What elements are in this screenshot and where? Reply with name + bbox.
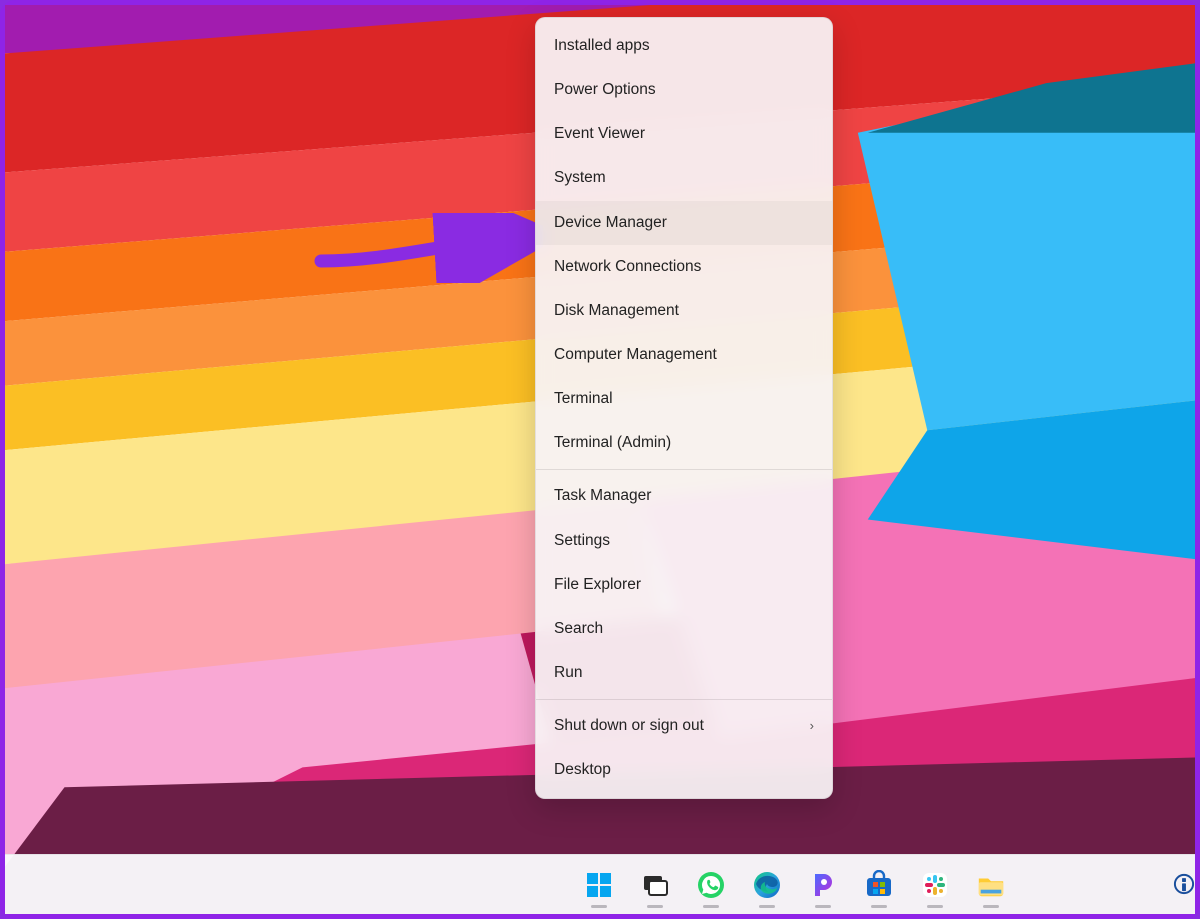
- menu-separator: [536, 699, 832, 700]
- menu-item-label: Event Viewer: [554, 124, 645, 144]
- taskview-icon: [640, 870, 670, 900]
- menu-disk-management[interactable]: Disk Management: [536, 289, 832, 333]
- menu-separator: [536, 469, 832, 470]
- menu-item-label: Computer Management: [554, 345, 717, 365]
- menu-item-label: Task Manager: [554, 486, 651, 506]
- menu-item-label: Terminal (Admin): [554, 433, 671, 453]
- edge-icon: [752, 870, 782, 900]
- menu-installed-apps[interactable]: Installed apps: [536, 24, 832, 68]
- menu-item-label: Disk Management: [554, 301, 679, 321]
- menu-run[interactable]: Run: [536, 651, 832, 695]
- menu-system[interactable]: System: [536, 156, 832, 200]
- menu-shutdown[interactable]: Shut down or sign out ›: [536, 704, 832, 748]
- menu-computer-management[interactable]: Computer Management: [536, 333, 832, 377]
- menu-item-label: System: [554, 168, 606, 188]
- file-explorer-button[interactable]: [969, 863, 1013, 907]
- winx-context-menu: Installed apps Power Options Event Viewer S…: [535, 17, 833, 799]
- explorer-icon: [976, 870, 1006, 900]
- menu-item-label: Shut down or sign out: [554, 716, 704, 736]
- menu-item-label: Run: [554, 663, 582, 683]
- menu-settings[interactable]: Settings: [536, 519, 832, 563]
- menu-item-label: File Explorer: [554, 575, 641, 595]
- taskbar-overflow-icon[interactable]: [1171, 862, 1197, 906]
- windows-icon: [584, 870, 614, 900]
- menu-terminal-admin[interactable]: Terminal (Admin): [536, 421, 832, 465]
- menu-item-label: Power Options: [554, 80, 656, 100]
- menu-item-label: Settings: [554, 531, 610, 551]
- menu-desktop[interactable]: Desktop: [536, 748, 832, 792]
- menu-file-explorer[interactable]: File Explorer: [536, 563, 832, 607]
- menu-power-options[interactable]: Power Options: [536, 68, 832, 112]
- p-icon: [808, 870, 838, 900]
- whatsapp-icon: [696, 870, 726, 900]
- menu-device-manager[interactable]: Device Manager: [536, 201, 832, 245]
- menu-network-connections[interactable]: Network Connections: [536, 245, 832, 289]
- task-view-button[interactable]: [633, 863, 677, 907]
- menu-event-viewer[interactable]: Event Viewer: [536, 112, 832, 156]
- microsoft-store-button[interactable]: [857, 863, 901, 907]
- menu-item-label: Desktop: [554, 760, 611, 780]
- menu-item-label: Installed apps: [554, 36, 650, 56]
- menu-item-label: Terminal: [554, 389, 613, 409]
- taskbar: [5, 854, 1195, 914]
- menu-item-label: Network Connections: [554, 257, 701, 277]
- menu-item-label: Device Manager: [554, 213, 667, 233]
- store-icon: [864, 870, 894, 900]
- menu-task-manager[interactable]: Task Manager: [536, 474, 832, 518]
- menu-item-label: Search: [554, 619, 603, 639]
- app-p-button[interactable]: [801, 863, 845, 907]
- menu-search[interactable]: Search: [536, 607, 832, 651]
- slack-button[interactable]: [913, 863, 957, 907]
- whatsapp-button[interactable]: [689, 863, 733, 907]
- start-button[interactable]: [577, 863, 621, 907]
- menu-terminal[interactable]: Terminal: [536, 377, 832, 421]
- edge-button[interactable]: [745, 863, 789, 907]
- slack-icon: [920, 870, 950, 900]
- chevron-right-icon: ›: [810, 718, 814, 735]
